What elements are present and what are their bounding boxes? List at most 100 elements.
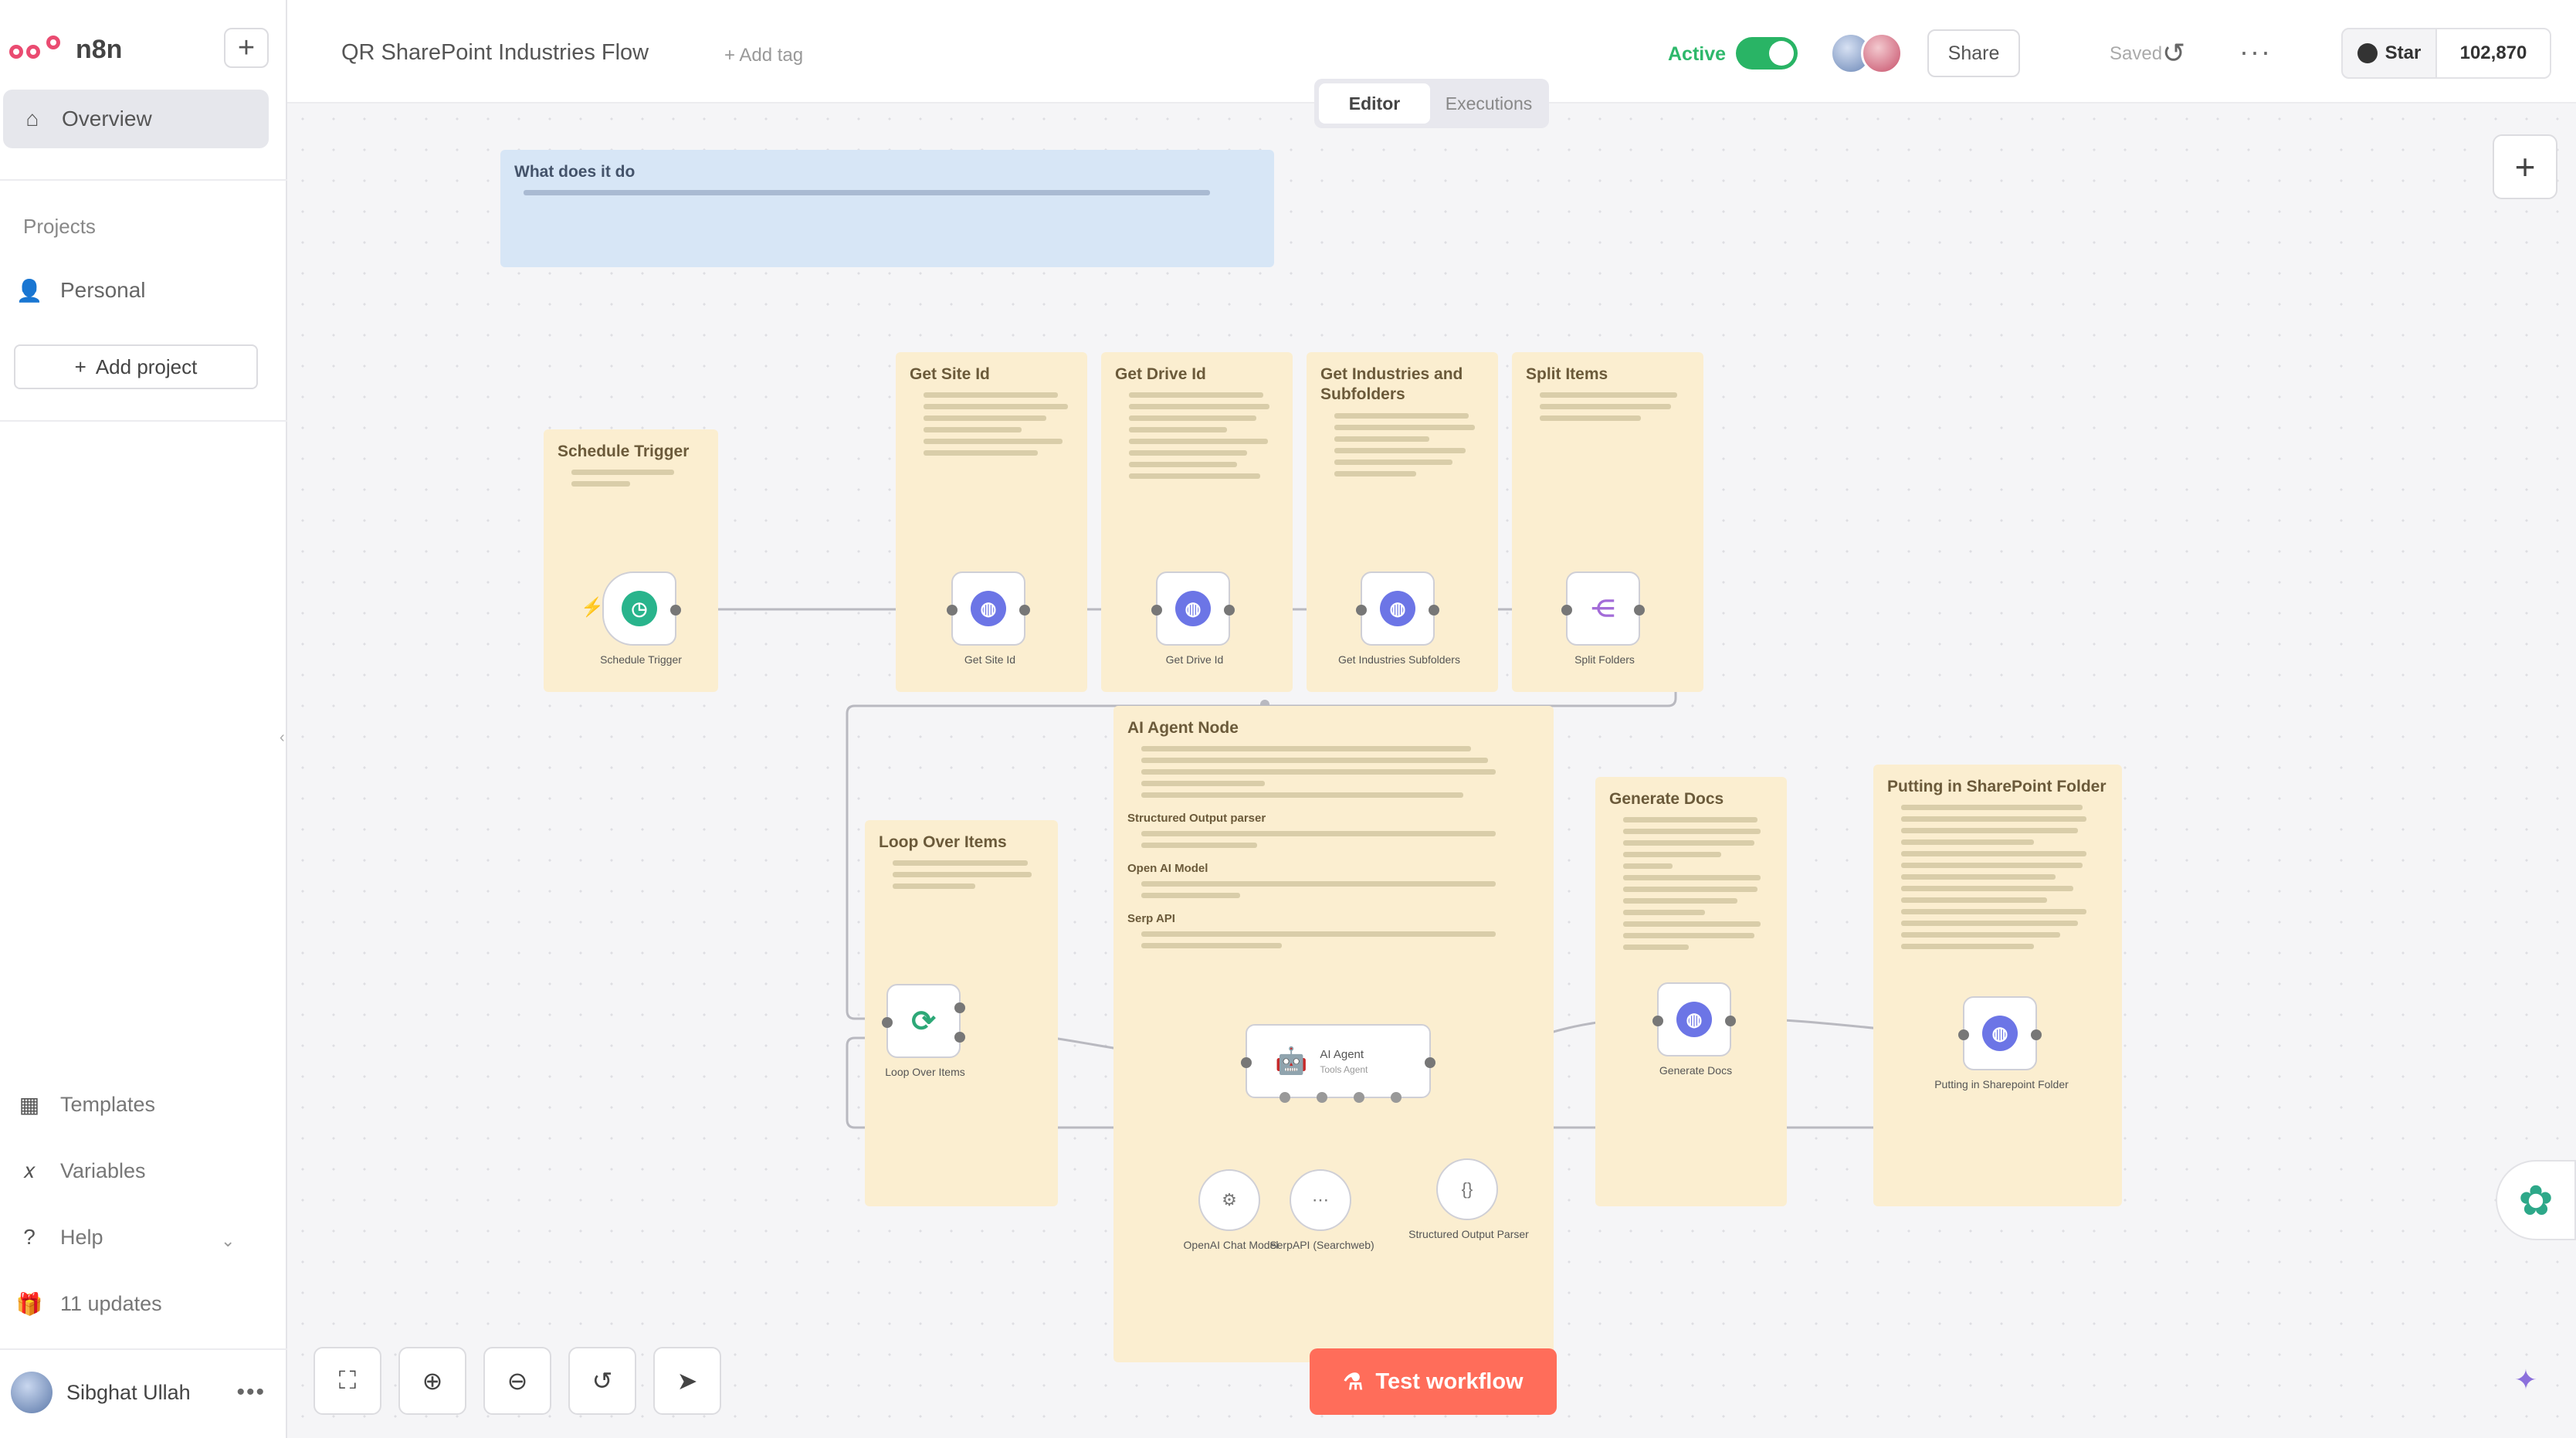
node-label: Putting in Sharepoint Folder bbox=[1934, 1078, 2069, 1090]
input-handle[interactable] bbox=[882, 1017, 893, 1028]
node-get-drive-id[interactable]: ◍ Get Drive Id bbox=[1151, 571, 1235, 666]
templates-icon: ▦ bbox=[19, 1092, 40, 1117]
sparkle-icon[interactable]: ✦ bbox=[2514, 1364, 2537, 1396]
sidebar-item-overview[interactable]: ⌂ Overview bbox=[3, 90, 269, 148]
sidebar-collapse-handle[interactable]: ‹ bbox=[280, 729, 285, 747]
node-get-industries-subfolders[interactable]: ◍ Get Industries Subfolders bbox=[1338, 571, 1460, 666]
test-workflow-label: Test workflow bbox=[1375, 1368, 1524, 1394]
divider bbox=[0, 1348, 287, 1350]
fit-view-button[interactable]: ⛶ bbox=[314, 1347, 381, 1415]
workflow-title[interactable]: QR SharePoint Industries Flow bbox=[341, 40, 649, 66]
zoom-out-button[interactable]: ⊖ bbox=[483, 1347, 551, 1415]
output-handle-done[interactable] bbox=[954, 1002, 965, 1013]
input-handle[interactable] bbox=[947, 605, 958, 616]
node-loop-over-items[interactable]: ⟳ Loop Over Items bbox=[882, 984, 965, 1078]
test-workflow-button[interactable]: ⚗ Test workflow bbox=[1310, 1348, 1557, 1415]
saved-status: Saved bbox=[2110, 43, 2163, 64]
sticky-title: Loop Over Items bbox=[879, 833, 1007, 851]
history-icon[interactable]: ↺ bbox=[2162, 37, 2185, 70]
collaborators bbox=[1830, 32, 1907, 76]
http-globe-icon: ◍ bbox=[1676, 1002, 1712, 1037]
create-button[interactable]: + bbox=[224, 28, 269, 68]
node-label: Structured Output Parser bbox=[1408, 1228, 1529, 1240]
output-handle[interactable] bbox=[2031, 1029, 2042, 1040]
active-toggle[interactable] bbox=[1736, 37, 1798, 70]
input-handle[interactable] bbox=[1241, 1057, 1252, 1068]
add-node-button[interactable]: + bbox=[2493, 134, 2557, 199]
add-tag-button[interactable]: + Add tag bbox=[724, 45, 803, 66]
node-structured-output-parser[interactable]: {} Structured Output Parser bbox=[1408, 1158, 1529, 1240]
output-handle[interactable] bbox=[1634, 605, 1645, 616]
node-generate-docs[interactable]: ◍ Generate Docs bbox=[1652, 982, 1736, 1077]
node-putting-in-sharepoint[interactable]: ◍ Putting in Sharepoint Folder bbox=[1934, 996, 2069, 1090]
input-handle[interactable] bbox=[1958, 1029, 1969, 1040]
sticky-title: Split Items bbox=[1526, 365, 1608, 383]
input-handle[interactable] bbox=[1652, 1016, 1663, 1026]
view-tabs: Editor Executions bbox=[1314, 79, 1549, 128]
sticky-what-does-it-do[interactable]: What does it do bbox=[500, 150, 1274, 267]
workflow-canvas[interactable]: What does it do Schedule Trigger Get Sit… bbox=[287, 103, 2576, 1438]
parser-handle[interactable] bbox=[1391, 1092, 1402, 1103]
sidebar-item-templates[interactable]: ▦ Templates bbox=[17, 1092, 155, 1117]
http-globe-icon: ◍ bbox=[971, 591, 1006, 626]
divider bbox=[0, 420, 287, 422]
tab-executions[interactable]: Executions bbox=[1433, 83, 1544, 124]
node-label: AI Agent bbox=[1320, 1047, 1364, 1061]
node-ai-agent[interactable]: 🤖 AI Agent Tools Agent bbox=[1241, 1024, 1435, 1103]
chevron-down-icon[interactable]: ⌄ bbox=[221, 1231, 235, 1251]
more-icon[interactable]: ••• bbox=[236, 1379, 266, 1406]
output-handle[interactable] bbox=[670, 605, 681, 616]
sticky-putting-in-sharepoint[interactable]: Putting in SharePoint Folder bbox=[1873, 765, 2122, 1206]
sidebar-item-label: 11 updates bbox=[60, 1291, 162, 1315]
github-star-button[interactable]: Star 102,870 bbox=[2341, 28, 2551, 79]
sidebar-item-personal[interactable]: 👤 Personal bbox=[16, 278, 146, 303]
variables-icon: 𝑥 bbox=[23, 1158, 36, 1182]
loop-icon: ⟳ bbox=[911, 1005, 936, 1038]
input-handle[interactable] bbox=[1356, 605, 1367, 616]
output-handle[interactable] bbox=[1725, 1016, 1736, 1026]
more-icon[interactable]: ··· bbox=[2239, 36, 2272, 68]
zoom-in-icon: ⊕ bbox=[422, 1367, 443, 1395]
sidebar-item-help[interactable]: ? Help bbox=[17, 1225, 103, 1250]
n8n-logo[interactable]: n8n bbox=[9, 31, 122, 68]
input-handle[interactable] bbox=[1561, 605, 1572, 616]
model-handle[interactable] bbox=[1280, 1092, 1290, 1103]
tool-handle[interactable] bbox=[1354, 1092, 1364, 1103]
clock-icon: ◷ bbox=[622, 591, 657, 626]
node-openai-chat-model[interactable]: ⚙ OpenAI Chat Model bbox=[1184, 1169, 1278, 1251]
sidebar-item-label: Personal bbox=[60, 278, 146, 302]
sidebar-item-variables[interactable]: 𝑥 Variables bbox=[17, 1158, 145, 1183]
add-project-button[interactable]: + Add project bbox=[14, 344, 258, 389]
sticky-schedule-trigger[interactable]: Schedule Trigger bbox=[544, 429, 718, 692]
sidebar-item-updates[interactable]: 🎁 11 updates bbox=[16, 1291, 162, 1316]
avatar bbox=[1861, 32, 1903, 74]
memory-handle[interactable] bbox=[1317, 1092, 1327, 1103]
node-schedule-trigger[interactable]: ◷ Schedule Trigger ⚡ bbox=[581, 571, 682, 666]
tab-editor[interactable]: Editor bbox=[1319, 83, 1430, 124]
sidebar: n8n + ⌂ Overview Projects 👤 Personal + A… bbox=[0, 0, 287, 1438]
tidy-up-button[interactable]: ➤ bbox=[653, 1347, 721, 1415]
user-menu[interactable]: Sibghat Ullah ••• bbox=[11, 1367, 266, 1418]
output-handle[interactable] bbox=[1429, 605, 1439, 616]
output-handle-loop[interactable] bbox=[954, 1032, 965, 1043]
input-handle[interactable] bbox=[1151, 605, 1162, 616]
zoom-in-button[interactable]: ⊕ bbox=[398, 1347, 466, 1415]
output-handle[interactable] bbox=[1425, 1057, 1435, 1068]
sticky-subheading: Open AI Model bbox=[1127, 862, 1208, 876]
sticky-title: Get Drive Id bbox=[1115, 365, 1206, 383]
home-icon: ⌂ bbox=[25, 107, 39, 131]
node-get-site-id[interactable]: ◍ Get Site Id bbox=[947, 571, 1030, 666]
node-split-folders[interactable]: ⋲ Split Folders bbox=[1561, 571, 1645, 666]
output-handle[interactable] bbox=[1224, 605, 1235, 616]
sticky-title: Schedule Trigger bbox=[558, 443, 690, 460]
reset-zoom-button[interactable]: ↺ bbox=[568, 1347, 636, 1415]
node-label: Schedule Trigger bbox=[600, 653, 682, 666]
add-project-label: Add project bbox=[95, 354, 198, 378]
output-handle[interactable] bbox=[1019, 605, 1030, 616]
active-label: Active bbox=[1668, 43, 1727, 65]
node-serpapi[interactable]: ⋯ SerpAPI (Searchweb) bbox=[1269, 1169, 1374, 1251]
http-globe-icon: ◍ bbox=[1175, 591, 1211, 626]
share-button[interactable]: Share bbox=[1927, 29, 2020, 77]
ai-assistant-button[interactable]: ✿ bbox=[2496, 1160, 2576, 1240]
avatar bbox=[11, 1372, 53, 1413]
